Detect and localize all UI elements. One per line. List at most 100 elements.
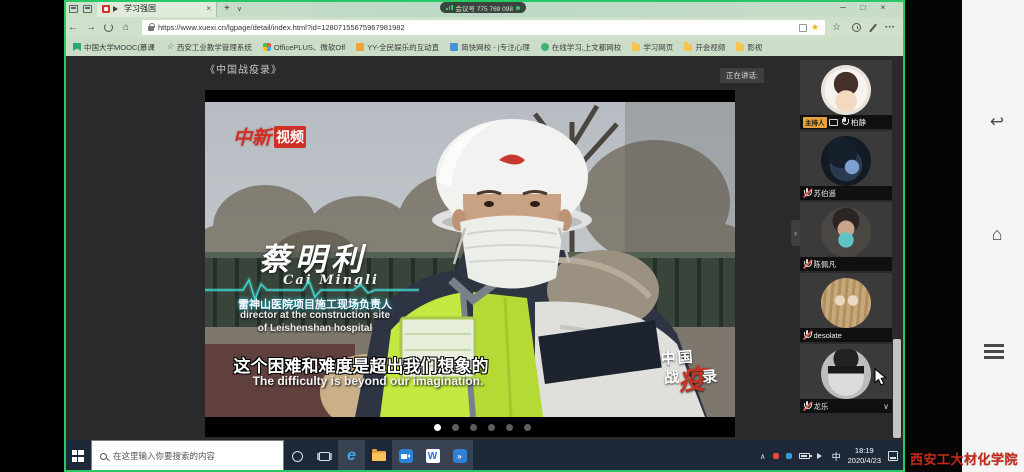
carousel-dot[interactable] <box>434 424 441 431</box>
page-title: 《中国战疫录》 <box>205 61 282 76</box>
taskbar-search-box[interactable]: 在这里输入你要搜索的内容 <box>91 440 284 472</box>
action-center-icon[interactable] <box>888 451 898 461</box>
participant-name-bar: 龙乐 <box>800 399 892 413</box>
screenshare-icon <box>829 119 838 126</box>
tab-title: 学习强国 <box>124 3 203 14</box>
web-notes-icon[interactable] <box>869 23 877 32</box>
back-icon[interactable] <box>64 22 82 33</box>
address-bar[interactable]: https://www.xuexi.cn/lgpage/detail/index… <box>142 20 825 35</box>
participant-name: 苏伯遥 <box>814 188 837 199</box>
bookmark-label: 西安工业教学管理系统 <box>177 42 252 53</box>
bookmark-label: 影视 <box>747 42 762 53</box>
home-nav-icon[interactable] <box>984 224 1010 245</box>
bookmark-label: 在线学习,上文都网校 <box>552 42 622 53</box>
meeting-id-label: 会议号 775 769 098 <box>456 3 513 13</box>
windows-logo-icon <box>72 450 84 462</box>
carousel-dot[interactable] <box>470 424 477 431</box>
set-tabs-aside-icon[interactable] <box>69 5 78 13</box>
chat-app-icon <box>453 449 467 463</box>
volume-icon[interactable] <box>817 453 825 459</box>
bookmark-item[interactable]: 影视 <box>736 42 762 53</box>
mic-icon[interactable] <box>803 188 811 199</box>
carousel-dot[interactable] <box>452 424 459 431</box>
favorite-star-icon[interactable] <box>811 22 819 33</box>
close-button[interactable] <box>873 0 893 15</box>
tab-audio-icon[interactable] <box>113 6 121 12</box>
tab-dropdown-icon[interactable] <box>237 5 242 13</box>
taskbar-file-explorer[interactable] <box>365 440 392 472</box>
tab-preview-icon[interactable] <box>83 5 92 13</box>
panel-collapse-handle[interactable] <box>791 220 800 246</box>
toolbar-hub <box>832 22 895 33</box>
new-tab-button[interactable] <box>224 3 230 14</box>
history-icon[interactable] <box>852 23 861 32</box>
carousel-dot[interactable] <box>488 424 495 431</box>
favorites-hub-icon[interactable] <box>832 22 841 33</box>
cortana-button[interactable] <box>284 440 311 472</box>
ime-indicator[interactable]: 中 <box>832 450 841 463</box>
back-nav-icon[interactable] <box>984 112 1010 132</box>
reading-view-icon[interactable] <box>799 24 807 32</box>
scrollbar[interactable] <box>893 339 901 438</box>
browser-tab[interactable]: 学习强国 <box>97 0 217 17</box>
mic-icon[interactable] <box>803 330 811 341</box>
refresh-icon[interactable] <box>104 23 113 32</box>
participant-tile[interactable]: 陈佩凡 <box>800 202 892 271</box>
bookmark-item[interactable]: 中国大学MOOC(慕课 <box>73 42 155 53</box>
participant-tile[interactable]: 苏伯遥 <box>800 131 892 200</box>
bookmark-label: 学习网页 <box>643 42 673 53</box>
video-player[interactable]: 中新 视频 蔡明利 Cai Mingli 雷神山医院项目施工现场负责人 dire… <box>205 90 735 437</box>
mic-icon[interactable] <box>803 259 811 270</box>
host-badge: 主持人 <box>803 117 827 128</box>
bookmark-item[interactable]: 西安工业教学管理系统 <box>166 42 252 53</box>
start-button[interactable] <box>64 440 91 472</box>
taskbar-meeting-app[interactable] <box>392 440 419 472</box>
participant-tile[interactable]: 主持人 柏静 <box>800 60 892 129</box>
bookmark-icon <box>541 43 549 51</box>
lock-icon <box>148 26 154 31</box>
mouse-cursor <box>874 368 887 387</box>
bookmark-icon <box>73 43 81 51</box>
carousel-dot[interactable] <box>524 424 531 431</box>
subtitle-en: The difficulty is beyond our imagination… <box>205 374 531 388</box>
task-view-button[interactable] <box>311 440 338 472</box>
tray-app-icon-red[interactable] <box>773 453 779 459</box>
bookmark-icon <box>736 44 744 51</box>
bookmark-item[interactable]: 学习网页 <box>632 42 673 53</box>
bookmark-item[interactable]: 开会视频 <box>684 42 725 53</box>
participants-panel: 主持人 柏静 苏伯遥 <box>800 60 892 413</box>
bookmark-item[interactable]: YY-全民娱乐的互动直 <box>356 42 439 53</box>
mic-icon[interactable] <box>803 401 811 412</box>
taskbar-wps[interactable]: W <box>419 440 446 472</box>
bookmark-icon <box>356 43 364 51</box>
participant-name-bar: 陈佩凡 <box>800 257 892 271</box>
menu-icon[interactable] <box>984 344 1010 359</box>
home-icon[interactable] <box>117 22 135 33</box>
meeting-id-pill[interactable]: 会议号 775 769 098 <box>440 2 526 13</box>
bookmark-item[interactable]: OfficePLUS、微软Off <box>263 42 345 53</box>
clock[interactable]: 18:19 2020/4/23 <box>848 446 881 466</box>
more-menu-icon[interactable] <box>885 22 895 33</box>
tab-close-icon[interactable] <box>206 4 211 13</box>
carousel-dot[interactable] <box>506 424 513 431</box>
battery-icon[interactable] <box>799 453 810 459</box>
speaking-indicator: 正在讲话: <box>720 68 764 83</box>
bookmarks-bar: 中国大学MOOC(慕课 西安工业教学管理系统 OfficePLUS、微软Off … <box>64 38 905 56</box>
bookmark-item[interactable]: 简快网校 - |专注心理 <box>450 42 530 53</box>
participant-tile[interactable]: desolate <box>800 273 892 342</box>
tray-app-icon-blue[interactable] <box>786 453 792 459</box>
bookmark-icon <box>166 43 174 51</box>
participant-name: 龙乐 <box>814 401 829 412</box>
mic-icon[interactable] <box>841 117 849 128</box>
taskbar-chat-app[interactable] <box>446 440 473 472</box>
chevron-down-icon[interactable] <box>883 402 889 411</box>
minimize-button[interactable] <box>833 0 853 15</box>
url-text[interactable]: https://www.xuexi.cn/lgpage/detail/index… <box>158 23 795 32</box>
forward-icon[interactable] <box>82 22 100 33</box>
hidden-icons-caret[interactable] <box>760 452 766 461</box>
participant-name: 柏静 <box>851 117 866 128</box>
maximize-button[interactable] <box>853 0 873 15</box>
taskbar-edge[interactable]: e <box>338 440 365 472</box>
participant-name-bar: 主持人 柏静 <box>800 115 892 129</box>
bookmark-item[interactable]: 在线学习,上文都网校 <box>541 42 622 53</box>
